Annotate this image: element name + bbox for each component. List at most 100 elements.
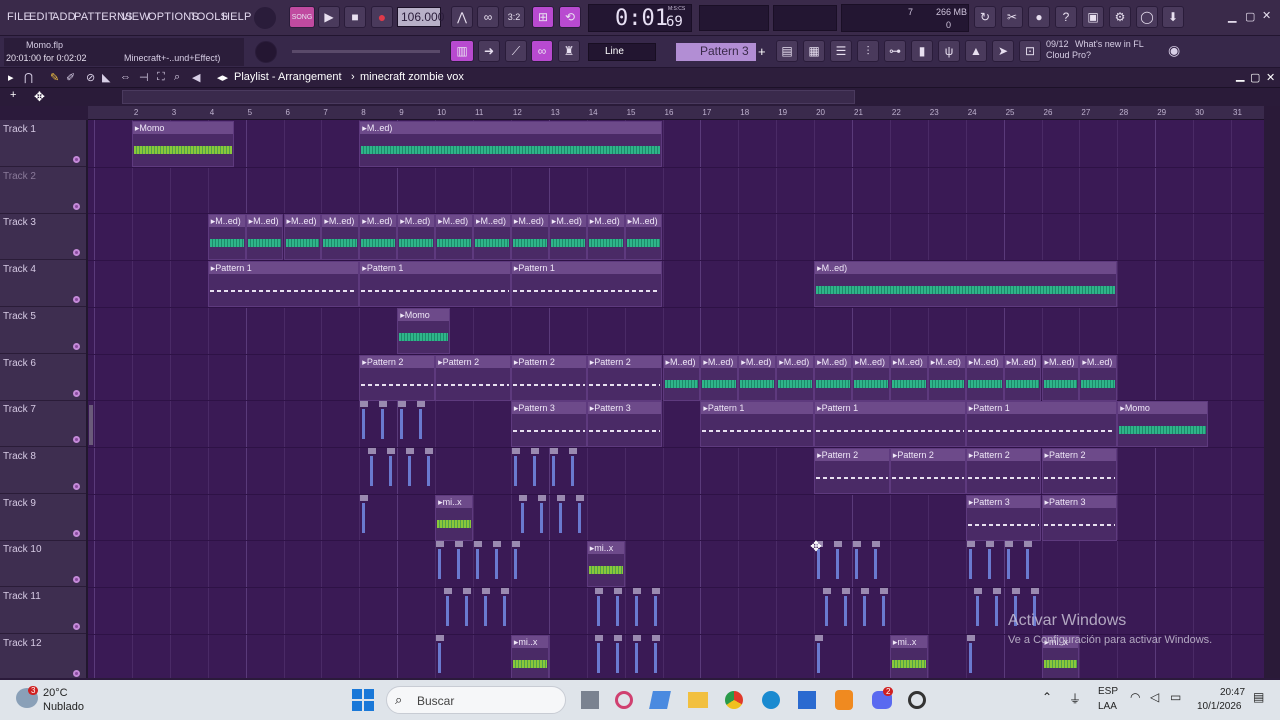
minimize-icon[interactable]: ▁: [1228, 10, 1236, 23]
language-1[interactable]: ESP: [1098, 686, 1118, 697]
mini-clip[interactable]: [378, 401, 388, 447]
shop-button[interactable]: ⊡: [1019, 40, 1041, 62]
track-header[interactable]: Track 7: [0, 400, 86, 448]
clip[interactable]: ▸Pattern 2: [359, 354, 436, 401]
clip[interactable]: ▸Pattern 2: [510, 354, 587, 401]
mixer-button[interactable]: ☰: [830, 40, 852, 62]
piano-roll-button[interactable]: ▦: [803, 40, 825, 62]
maximize-icon[interactable]: ▢: [1245, 10, 1255, 23]
playlist-minimize-icon[interactable]: ▁: [1236, 69, 1244, 82]
mini-clip[interactable]: [397, 401, 407, 447]
clip[interactable]: ▸M..ed): [965, 354, 1004, 401]
clip[interactable]: ▸mi..x: [889, 634, 928, 678]
clip[interactable]: ▸Pattern 3: [510, 401, 587, 448]
clip[interactable]: ▸M..ed): [245, 214, 284, 261]
store-icon[interactable]: [798, 691, 816, 709]
add-pattern-icon[interactable]: +: [758, 44, 766, 59]
mini-clip[interactable]: [871, 541, 881, 587]
mini-clip[interactable]: [518, 494, 528, 541]
clip[interactable]: ▸Pattern 3: [965, 494, 1042, 541]
pencil-icon[interactable]: ✎: [50, 71, 59, 84]
mini-clip[interactable]: [651, 588, 661, 634]
language-2[interactable]: LAA: [1098, 701, 1117, 712]
menu-file[interactable]: FILE: [7, 11, 31, 23]
master-volume-knob[interactable]: [254, 7, 276, 29]
mini-clip[interactable]: [435, 541, 445, 587]
clip[interactable]: ▸mi..x: [586, 541, 625, 588]
track-header[interactable]: Track 6: [0, 354, 86, 401]
song-mode-toggle[interactable]: SONG: [289, 6, 315, 28]
clock-date[interactable]: 10/1/2026: [1197, 701, 1242, 712]
clip[interactable]: ▸M..ed): [397, 214, 436, 261]
track-header[interactable]: Track 1: [0, 120, 86, 167]
clip[interactable]: ▸M..ed): [435, 214, 473, 261]
tray-chevron-icon[interactable]: ⌃: [1042, 690, 1052, 704]
tempo-display[interactable]: 106.000: [397, 7, 444, 27]
move-icon[interactable]: ✥: [34, 89, 45, 105]
clip[interactable]: ▸M..ed): [927, 354, 966, 401]
mic-button[interactable]: ●: [1028, 6, 1050, 28]
master-pitch-slider[interactable]: [292, 50, 440, 53]
browser-button[interactable]: ⫶: [857, 40, 879, 62]
track-mute-icon[interactable]: [73, 156, 80, 163]
mini-clip[interactable]: [594, 634, 604, 678]
slice-icon[interactable]: ⊣: [139, 71, 149, 84]
mini-clip[interactable]: [841, 588, 851, 634]
clip[interactable]: ▸Pattern 1: [207, 261, 360, 308]
next-button[interactable]: ➜: [478, 40, 500, 62]
mute-icon[interactable]: ◣: [102, 71, 110, 84]
clip[interactable]: ▸M..ed): [359, 121, 663, 167]
mini-clip[interactable]: [359, 494, 369, 541]
fl-studio-icon[interactable]: [835, 690, 853, 710]
track-header[interactable]: Track 4: [0, 260, 86, 308]
mini-clip[interactable]: [814, 634, 824, 678]
menu-add[interactable]: ADD: [52, 11, 76, 23]
mini-clip[interactable]: [435, 634, 445, 678]
link-button[interactable]: ∞: [531, 40, 553, 62]
play-button[interactable]: ▶: [318, 6, 340, 28]
mini-clip[interactable]: [992, 588, 1002, 634]
playback-icon[interactable]: ◀: [192, 71, 200, 84]
menu-edit[interactable]: EDIT: [29, 11, 55, 23]
clip[interactable]: ▸M..ed): [624, 214, 663, 261]
mini-clip[interactable]: [386, 447, 396, 494]
vertical-scrollbar[interactable]: [1264, 106, 1280, 678]
mini-clip[interactable]: [416, 401, 426, 447]
plugin-db-button[interactable]: ψ: [938, 40, 960, 62]
clip[interactable]: ▸Pattern 1: [814, 401, 966, 448]
brush-button[interactable]: ⟋: [505, 40, 527, 62]
clip[interactable]: ▸mi..x: [510, 634, 549, 678]
windows-start-icon[interactable]: [352, 689, 374, 711]
render-button[interactable]: ➤: [992, 40, 1014, 62]
mini-clip[interactable]: [481, 588, 491, 634]
track-mute-icon[interactable]: [73, 623, 80, 630]
playlist-close-icon[interactable]: ✕: [1266, 71, 1275, 84]
undo-button[interactable]: ↻: [974, 6, 996, 28]
mini-clip[interactable]: [860, 588, 870, 634]
clip[interactable]: ▸M..ed): [1003, 354, 1042, 401]
clip[interactable]: ▸Pattern 2: [965, 447, 1042, 494]
track-header[interactable]: Track 5: [0, 307, 86, 354]
clip[interactable]: ▸M..ed): [283, 214, 322, 261]
step-edit-button[interactable]: ⊞: [532, 6, 554, 28]
plugin-button[interactable]: ⚙: [1109, 6, 1131, 28]
mini-clip[interactable]: [651, 634, 661, 678]
arrangement-grid[interactable]: ▸Momo ▸M..ed) ▸M..ed) ▸M..ed) ▸M..ed) ▸M..ed)…: [88, 120, 1264, 678]
clip[interactable]: ▸M..ed): [548, 214, 587, 261]
track-scrollbar[interactable]: [89, 405, 93, 445]
clip[interactable]: ▸M..ed): [700, 354, 739, 401]
mini-clip[interactable]: [424, 447, 434, 494]
song-position-display[interactable]: 0:01 69 M:S:CS: [588, 4, 692, 32]
timeline-ruler[interactable]: 2 3 4 5 6 7 8 9 10 11 12 13 14 15 16 17 18 19 20 21 22 23 24 25…: [88, 106, 1264, 120]
notification-icon[interactable]: ▤: [1253, 690, 1264, 704]
clip[interactable]: ▸M..ed): [662, 354, 701, 401]
clip[interactable]: ▸Pattern 1: [700, 401, 815, 448]
mini-clip[interactable]: [833, 541, 843, 587]
clip[interactable]: ▸Pattern 2: [586, 354, 663, 401]
delete-icon[interactable]: ⊘: [86, 71, 95, 84]
mini-clip[interactable]: [530, 447, 540, 494]
wait-input-button[interactable]: ∞: [477, 6, 499, 28]
clip[interactable]: ▸Pattern 2: [889, 447, 966, 494]
playlist-button[interactable]: ▥: [450, 40, 474, 62]
stamp-button[interactable]: ♜: [558, 40, 580, 62]
